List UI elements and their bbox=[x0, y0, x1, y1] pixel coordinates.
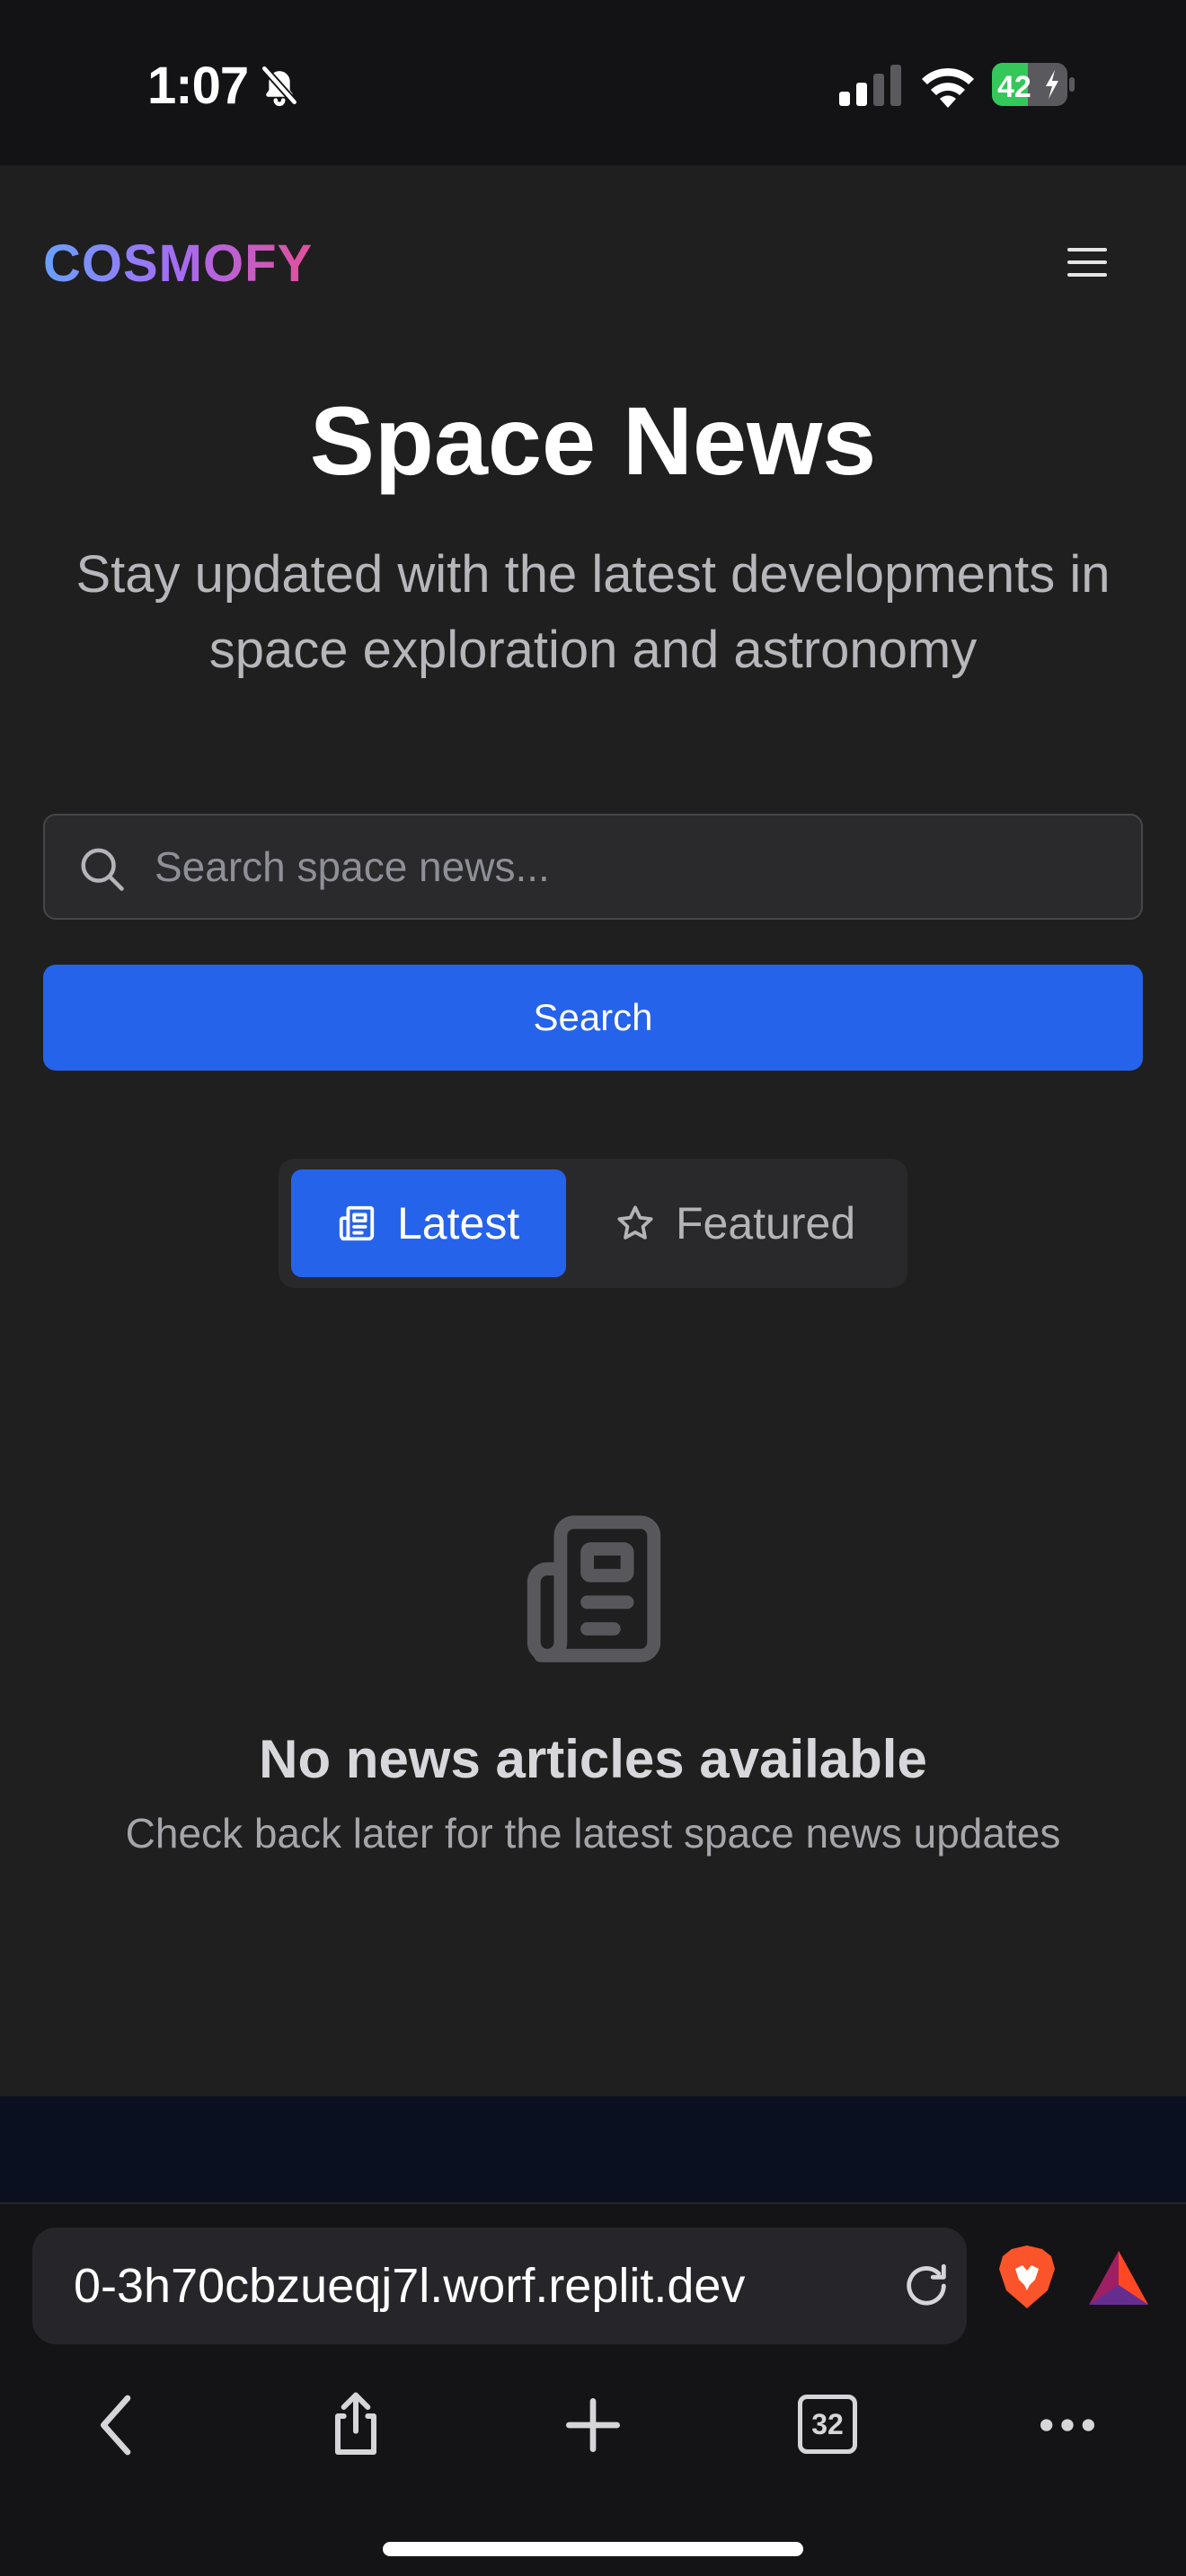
search-input[interactable] bbox=[155, 816, 1125, 918]
search-field[interactable] bbox=[43, 814, 1143, 920]
status-time: 1:07 bbox=[147, 57, 249, 115]
page-content: COSMOFY Space News Stay updated with the… bbox=[0, 165, 1186, 2096]
star-icon bbox=[617, 1205, 653, 1239]
reload-icon[interactable] bbox=[900, 2260, 952, 2312]
tab-featured-label: Featured bbox=[676, 1198, 856, 1248]
tab-latest[interactable]: Latest bbox=[291, 1169, 566, 1277]
empty-state-subtitle: Check back later for the latest space ne… bbox=[125, 1810, 1061, 1857]
tab-latest-label: Latest bbox=[397, 1198, 520, 1248]
status-bar: 1:07 42 bbox=[0, 0, 1186, 165]
tab-featured[interactable]: Featured bbox=[602, 1169, 890, 1277]
page-footer bbox=[0, 2096, 1186, 2202]
address-bar[interactable]: 0-3h70cbzueqj7l.worf.replit.dev bbox=[32, 2228, 967, 2344]
browser-toolbar: 0-3h70cbzueqj7l.worf.replit.dev 32 bbox=[0, 2202, 1186, 2576]
battery-icon: 42 bbox=[992, 63, 1075, 106]
url-text[interactable]: 0-3h70cbzueqj7l.worf.replit.dev bbox=[74, 2258, 882, 2314]
newspaper-icon bbox=[339, 1205, 375, 1241]
back-icon[interactable] bbox=[83, 2389, 155, 2461]
menu-icon[interactable] bbox=[1067, 248, 1107, 287]
home-indicator[interactable] bbox=[383, 2542, 803, 2556]
wifi-icon bbox=[922, 67, 974, 108]
brand-logo[interactable]: COSMOFY bbox=[43, 234, 313, 294]
share-icon[interactable] bbox=[320, 2389, 392, 2461]
search-button[interactable]: Search bbox=[43, 965, 1143, 1071]
cellular-signal-icon bbox=[839, 65, 901, 106]
empty-state-title: No news articles available bbox=[259, 1729, 927, 1789]
news-tabs: Latest Featured bbox=[279, 1159, 907, 1288]
more-icon[interactable] bbox=[1031, 2389, 1103, 2461]
new-tab-icon[interactable] bbox=[557, 2389, 629, 2461]
page-title: Space News bbox=[309, 386, 877, 495]
newspaper-icon bbox=[527, 1515, 661, 1663]
bell-muted-icon bbox=[261, 65, 298, 107]
search-icon bbox=[81, 848, 124, 891]
brave-shield-icon[interactable] bbox=[996, 2244, 1058, 2310]
tabs-button[interactable]: 32 bbox=[798, 2395, 857, 2454]
battery-level: 42 bbox=[997, 70, 1031, 104]
rewards-triangle-icon[interactable] bbox=[1087, 2249, 1150, 2307]
page-subtitle: Stay updated with the latest development… bbox=[75, 545, 1111, 679]
